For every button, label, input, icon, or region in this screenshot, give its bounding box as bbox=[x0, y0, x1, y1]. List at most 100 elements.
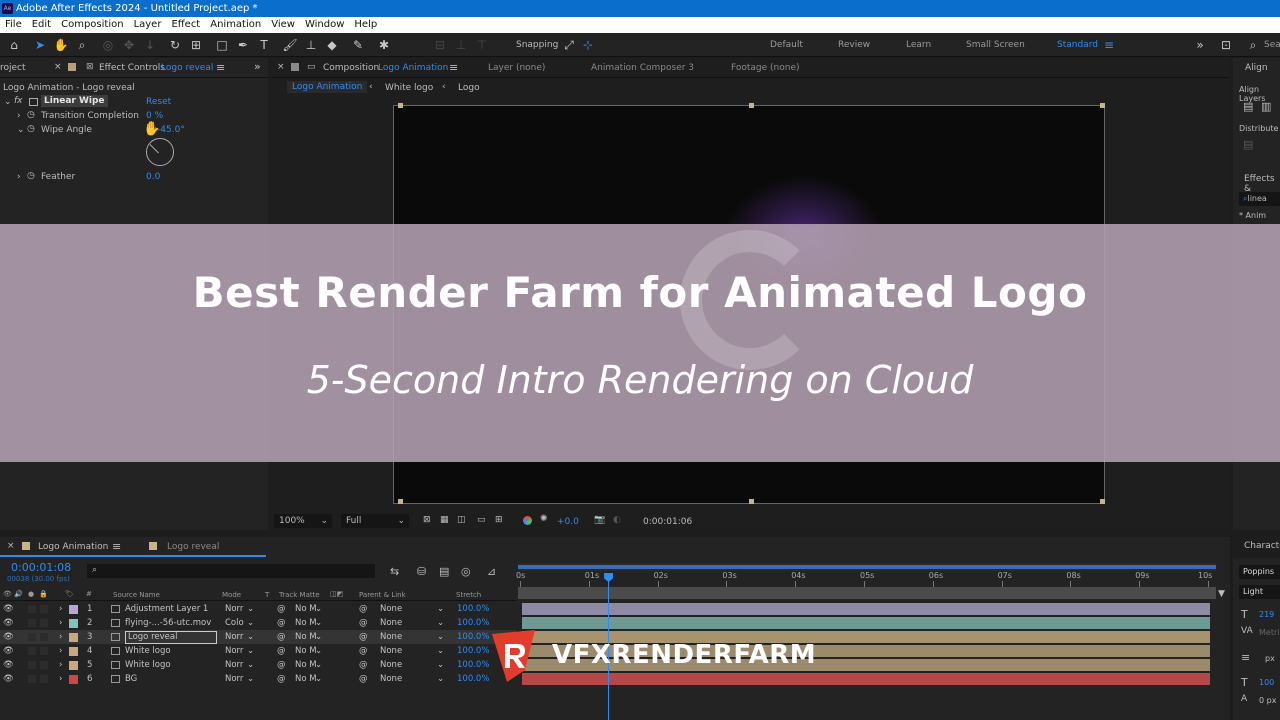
layer-mode[interactable]: Norr bbox=[225, 630, 243, 644]
layer-mode[interactable]: Norr bbox=[225, 644, 243, 658]
layer-track-matte[interactable]: No M bbox=[295, 644, 317, 658]
snap-option3-icon[interactable]: ⊤ bbox=[474, 37, 490, 53]
eye-visibility-icon[interactable]: 👁 bbox=[3, 644, 14, 658]
align-left-icon[interactable]: ▤ bbox=[1243, 100, 1253, 113]
parent-pickwhip-icon[interactable]: @ bbox=[359, 616, 368, 630]
viewer-timecode[interactable]: 0:00:01:06 bbox=[643, 517, 692, 527]
layer-label-color[interactable] bbox=[69, 605, 78, 614]
workspace-standard[interactable]: Standard bbox=[1057, 40, 1098, 50]
zoom-dropdown[interactable]: 100% ⌄ bbox=[274, 514, 332, 528]
layer-expand-icon[interactable]: › bbox=[59, 616, 62, 630]
roto-brush-icon[interactable]: ✎ bbox=[350, 37, 366, 53]
solo-toggle[interactable] bbox=[28, 633, 36, 641]
font-size-value[interactable]: 219 bbox=[1259, 610, 1274, 619]
track-matte-pickwhip-icon[interactable]: @ bbox=[277, 630, 286, 644]
layer-stretch[interactable]: 100.0% bbox=[457, 602, 489, 616]
lock-toggle[interactable] bbox=[40, 675, 48, 683]
layer-stretch[interactable]: 100.0% bbox=[457, 672, 489, 686]
exposure-value[interactable]: +0.0 bbox=[557, 517, 579, 527]
effect-reset-link[interactable]: Reset bbox=[146, 97, 171, 107]
layer-mode[interactable]: Norr bbox=[225, 672, 243, 686]
table-row[interactable]: 👁 › 1 Adjustment Layer 1 Norr ⌄ @ No M ⌄ @ None ⌄ 10… bbox=[0, 602, 516, 616]
align-tab[interactable]: Align bbox=[1245, 63, 1268, 73]
eye-visibility-icon[interactable]: 👁 bbox=[3, 630, 14, 644]
animation-composer-tab[interactable]: Animation Composer 3 bbox=[591, 63, 694, 73]
menu-animation[interactable]: Animation bbox=[205, 17, 266, 33]
layer-name[interactable]: BG bbox=[125, 672, 137, 686]
layer-label-color[interactable] bbox=[69, 619, 78, 628]
zoom-tool-icon[interactable]: ⌕ bbox=[74, 37, 90, 53]
work-area-range[interactable] bbox=[518, 565, 1216, 569]
effect-name-linear-wipe[interactable]: Linear Wipe bbox=[41, 95, 108, 107]
pen-tool-icon[interactable]: ✒ bbox=[235, 37, 251, 53]
menu-view[interactable]: View bbox=[266, 17, 300, 33]
workspace-review[interactable]: Review bbox=[838, 40, 870, 50]
table-row[interactable]: 👁 › 3 Logo reveal Norr ⌄ @ No M ⌄ @ None ⌄ 100.0% bbox=[0, 630, 516, 644]
guides-icon[interactable]: ⊞ bbox=[495, 515, 503, 525]
layer-mode[interactable]: Colo bbox=[225, 616, 244, 630]
snap-option2-icon[interactable]: ⊥ bbox=[453, 37, 469, 53]
kerning-value[interactable]: Metri bbox=[1259, 628, 1279, 637]
animation-presets-folder[interactable]: * Anim bbox=[1239, 211, 1266, 220]
table-row[interactable]: 👁 › 4 White logo Norr ⌄ @ No M ⌄ @ None ⌄ 100.0% bbox=[0, 644, 516, 658]
lock-icon[interactable] bbox=[68, 63, 76, 71]
layer-parent[interactable]: None bbox=[380, 644, 402, 658]
resolution-dropdown[interactable]: Full ⌄ bbox=[341, 514, 409, 528]
region-of-interest-icon[interactable]: ▭ bbox=[477, 515, 486, 525]
stopwatch-icon[interactable]: ◷ bbox=[27, 124, 35, 134]
layer-expand-icon[interactable]: › bbox=[59, 658, 62, 672]
layer-parent[interactable]: None bbox=[380, 616, 402, 630]
bbox-handle[interactable] bbox=[1100, 103, 1105, 108]
anchor-tool-icon[interactable]: ⊞ bbox=[188, 37, 204, 53]
workspace-learn[interactable]: Learn bbox=[906, 40, 931, 50]
solo-toggle[interactable] bbox=[28, 605, 36, 613]
bbox-handle[interactable] bbox=[398, 103, 403, 108]
layer-stretch[interactable]: 100.0% bbox=[457, 658, 489, 672]
close-tab-icon[interactable]: × bbox=[277, 62, 285, 72]
layer-mode[interactable]: Norr bbox=[225, 602, 243, 616]
sync-settings-icon[interactable]: ⊡ bbox=[1218, 37, 1234, 53]
transparency-grid-icon[interactable]: ▦ bbox=[440, 515, 449, 525]
menu-composition[interactable]: Composition bbox=[56, 17, 128, 33]
menu-edit[interactable]: Edit bbox=[27, 17, 56, 33]
effects-presets-tab[interactable]: Effects & bbox=[1244, 174, 1280, 194]
bbox-handle[interactable] bbox=[398, 499, 403, 504]
lock-toggle[interactable] bbox=[40, 647, 48, 655]
mode-header[interactable]: Mode bbox=[222, 591, 241, 599]
t-header[interactable]: T bbox=[265, 591, 269, 599]
layer-track-matte[interactable]: No M bbox=[295, 658, 317, 672]
selection-tool-icon[interactable]: ➤ bbox=[32, 37, 48, 53]
timeline-tab-logo-reveal[interactable]: Logo reveal bbox=[167, 542, 219, 552]
panel-menu-icon[interactable]: ≡ bbox=[449, 61, 458, 74]
source-name-header[interactable]: Source Name bbox=[113, 591, 160, 599]
parent-pickwhip-icon[interactable]: @ bbox=[359, 644, 368, 658]
flowchart-logo[interactable]: Logo bbox=[458, 83, 480, 93]
layer-parent[interactable]: None bbox=[380, 658, 402, 672]
composition-tab-name[interactable]: Logo Animation bbox=[378, 63, 448, 73]
time-ruler[interactable]: 0s 01s 02s 03s 04s 05s 06s 07s 08s 09s 10s bbox=[516, 571, 1216, 587]
type-tool-icon[interactable]: T bbox=[256, 37, 272, 53]
layer-name[interactable]: flying-...-56-utc.mov bbox=[125, 616, 211, 630]
motion-blur-icon[interactable]: ◎ bbox=[461, 565, 471, 578]
color-management-icon[interactable]: ✺ bbox=[540, 514, 548, 524]
color-channels-icon[interactable] bbox=[523, 516, 532, 525]
flowchart-logo-animation[interactable]: Logo Animation bbox=[287, 81, 368, 93]
clone-stamp-icon[interactable]: ⊥ bbox=[303, 37, 319, 53]
hand-tool-icon[interactable]: ✋ bbox=[53, 37, 69, 53]
layer-name[interactable]: Logo reveal bbox=[125, 631, 217, 644]
snap-expand-icon[interactable]: ⤢ bbox=[561, 37, 577, 53]
parent-pickwhip-icon[interactable]: @ bbox=[359, 602, 368, 616]
snapshot-camera-icon[interactable]: 📷 bbox=[594, 515, 605, 525]
bbox-handle[interactable] bbox=[749, 103, 754, 108]
layer-expand-icon[interactable]: › bbox=[59, 672, 62, 686]
lock-toggle[interactable] bbox=[40, 605, 48, 613]
graph-editor-icon[interactable]: ⊿ bbox=[487, 565, 496, 578]
solo-toggle[interactable] bbox=[28, 675, 36, 683]
layer-track-matte[interactable]: No M bbox=[295, 630, 317, 644]
eye-visibility-icon[interactable]: 👁 bbox=[3, 672, 14, 686]
prop-expand-icon[interactable]: › bbox=[17, 172, 21, 182]
layer-parent[interactable]: None bbox=[380, 630, 402, 644]
parent-pickwhip-icon[interactable]: @ bbox=[359, 658, 368, 672]
timeline-search-input[interactable]: ⌕ bbox=[87, 564, 375, 578]
pan-tool-icon[interactable]: ✥ bbox=[121, 37, 137, 53]
